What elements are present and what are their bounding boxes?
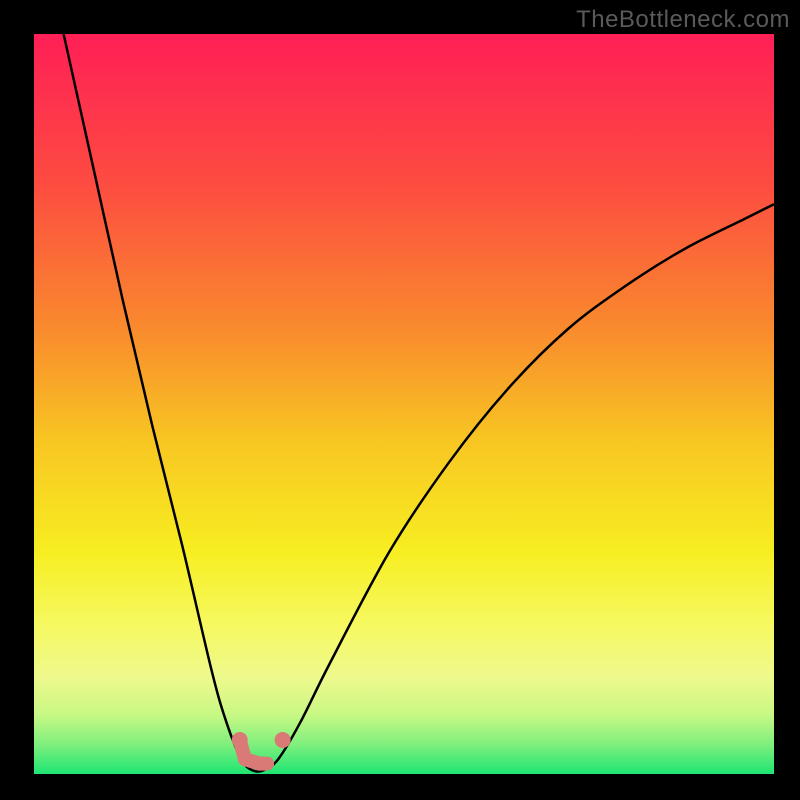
bottleneck-curve <box>64 34 774 772</box>
chart-frame: TheBottleneck.com <box>0 0 800 800</box>
watermark-text: TheBottleneck.com <box>576 6 790 34</box>
curve-layer <box>34 34 774 774</box>
plot-area <box>34 34 774 774</box>
marker-cluster <box>232 732 291 764</box>
